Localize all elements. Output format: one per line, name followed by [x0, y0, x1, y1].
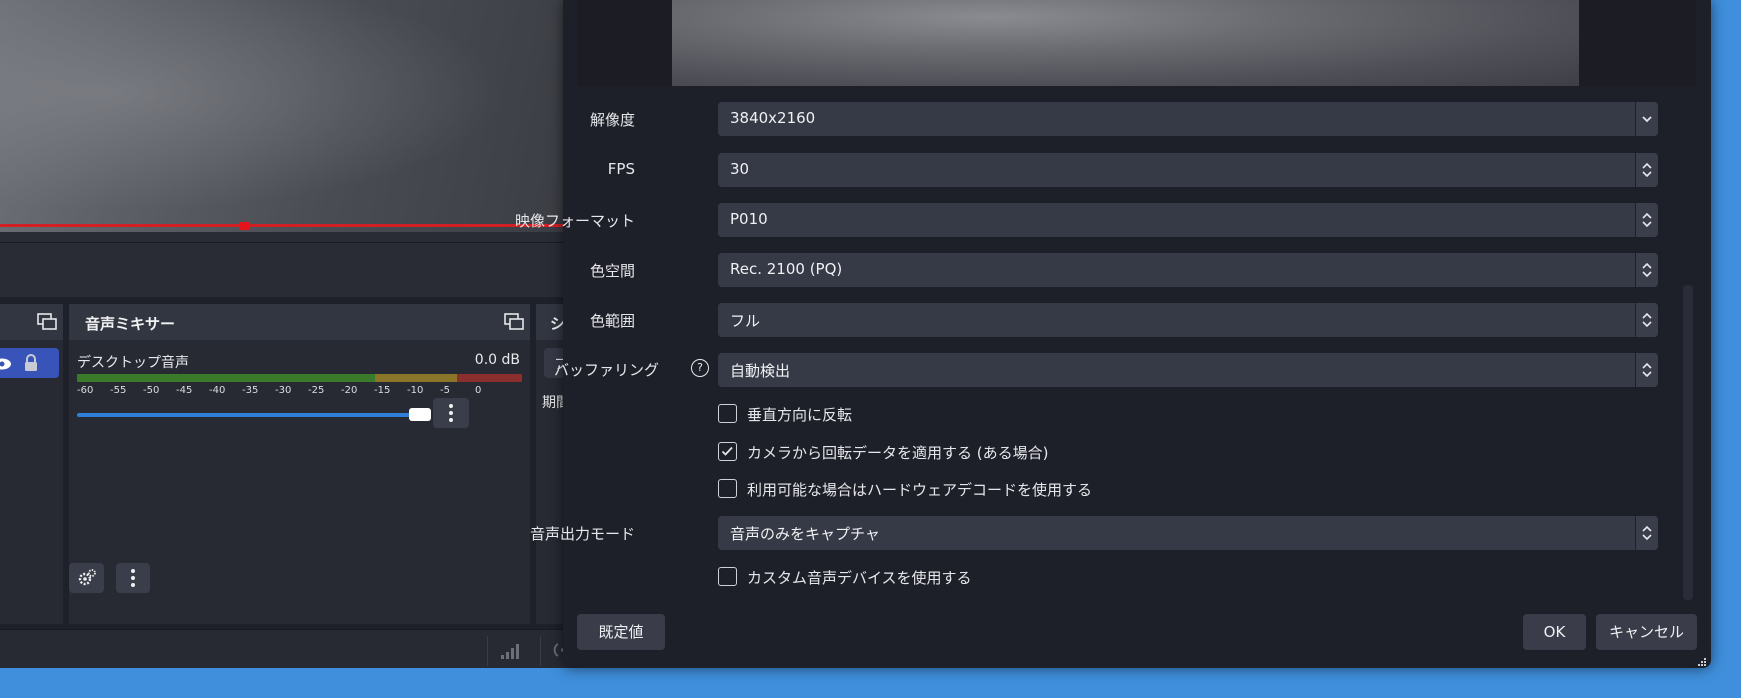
preview-selection-border [0, 224, 570, 227]
chevron-down-icon[interactable] [1635, 102, 1658, 136]
buffering-value: 自動検出 [730, 362, 791, 380]
status-bar [0, 629, 576, 668]
audio-output-mode-label: 音声出力モード [529, 525, 635, 543]
volume-meter-scale: -60 -55 -50 -45 -40 -35 -30 -25 -20 -15 -10 -5 0 [77, 385, 527, 399]
gears-icon [78, 569, 96, 591]
help-icon[interactable]: ? [691, 359, 709, 377]
meter-tick-label: -5 [440, 385, 450, 396]
video-format-label: 映像フォーマット [514, 212, 635, 230]
color-space-value: Rec. 2100 (PQ) [730, 260, 843, 278]
source-properties-dialog: 解像度 3840x2160 FPS 30 映像フォーマット P010 色空間 R… [515, 0, 1711, 668]
audio-mixer-header: 音声ミキサー [69, 304, 530, 340]
video-format-select[interactable]: P010 [718, 203, 1658, 237]
hardware-decode-label: 利用可能な場合はハードウェアデコードを使用する [747, 481, 1093, 499]
sources-dock [0, 304, 63, 624]
undock-icon[interactable] [504, 313, 524, 331]
volume-slider-handle[interactable] [409, 408, 432, 421]
color-range-select[interactable]: フル [718, 303, 1658, 337]
audio-track-name: デスクトップ音声 [77, 355, 189, 371]
obs-main-window: 音声ミキサー デスクトップ音声 0.0 dB -60 -55 -50 -45 -40 -3… [0, 0, 584, 668]
ok-button[interactable]: OK [1523, 614, 1586, 650]
dialog-preview-area [577, 0, 1696, 86]
mixer-menu-button[interactable] [116, 563, 150, 593]
audio-track-level: 0.0 dB [474, 352, 520, 368]
color-range-value: フル [730, 312, 761, 330]
updown-arrows-icon[interactable] [1635, 516, 1658, 550]
meter-tick-label: -35 [242, 385, 259, 396]
meter-tick-label: -45 [176, 385, 193, 396]
meter-tick-label: -60 [77, 385, 94, 396]
track-menu-button[interactable] [433, 398, 469, 428]
preview-image [0, 0, 570, 232]
resolution-label: 解像度 [589, 111, 635, 129]
meter-tick-label: -20 [341, 385, 358, 396]
flip-vertical-label: 垂直方向に反転 [747, 406, 853, 424]
status-divider [487, 636, 488, 666]
resolution-dropdown[interactable]: 3840x2160 [718, 102, 1658, 136]
volume-slider[interactable] [77, 413, 418, 417]
updown-arrows-icon[interactable] [1635, 303, 1658, 337]
updown-arrows-icon[interactable] [1635, 153, 1658, 187]
signal-strength-icon [500, 642, 522, 664]
custom-audio-device-label: カスタム音声デバイスを使用する [747, 569, 972, 587]
volume-meter [77, 374, 522, 382]
video-format-value: P010 [730, 210, 768, 228]
meter-tick-label: -15 [374, 385, 391, 396]
preview-bottom-bar [0, 232, 570, 242]
eye-icon[interactable] [0, 356, 12, 375]
meter-tick-label: 0 [475, 385, 482, 396]
preview-resize-handle[interactable] [240, 222, 249, 230]
context-toolbar [0, 242, 570, 297]
sources-dock-header [0, 304, 63, 340]
fps-label: FPS [607, 160, 635, 178]
audio-mixer-dock: 音声ミキサー デスクトップ音声 0.0 dB -60 -55 -50 -45 -40 -3… [69, 304, 530, 624]
source-item-selected[interactable] [0, 348, 59, 378]
apply-rotation-label: カメラから回転データを適用する (ある場合) [747, 444, 1049, 462]
updown-arrows-icon[interactable] [1635, 203, 1658, 237]
meter-tick-label: -50 [143, 385, 160, 396]
audio-output-mode-value: 音声のみをキャプチャ [730, 525, 880, 543]
color-space-label: 色空間 [589, 262, 635, 280]
audio-output-mode-select[interactable]: 音声のみをキャプチャ [718, 516, 1658, 550]
properties-scrollbar[interactable] [1683, 285, 1693, 600]
color-space-select[interactable]: Rec. 2100 (PQ) [718, 253, 1658, 287]
defaults-button[interactable]: 既定値 [577, 614, 665, 650]
meter-tick-label: -55 [110, 385, 127, 396]
checkbox-box[interactable] [718, 567, 737, 586]
lock-icon[interactable] [24, 354, 38, 376]
status-divider [540, 636, 541, 666]
mixer-settings-button[interactable] [69, 563, 104, 593]
meter-tick-label: -10 [407, 385, 424, 396]
audio-mixer-title: 音声ミキサー [85, 315, 176, 333]
fps-value: 30 [730, 160, 750, 178]
cancel-button[interactable]: キャンセル [1596, 614, 1697, 650]
meter-tick-label: -40 [209, 385, 226, 396]
buffering-label: バッファリング [553, 361, 659, 379]
camera-preview-image [672, 0, 1579, 86]
updown-arrows-icon[interactable] [1635, 253, 1658, 287]
fps-select[interactable]: 30 [718, 153, 1658, 187]
checkbox-box[interactable] [718, 442, 737, 461]
checkbox-box[interactable] [718, 404, 737, 423]
resolution-value: 3840x2160 [730, 109, 816, 127]
color-range-label: 色範囲 [589, 312, 635, 330]
updown-arrows-icon[interactable] [1635, 353, 1658, 387]
buffering-select[interactable]: 自動検出 [718, 353, 1658, 387]
resize-grip-icon[interactable] [1695, 654, 1707, 673]
checkmark-icon [721, 446, 733, 456]
undock-icon[interactable] [37, 313, 57, 331]
meter-tick-label: -25 [308, 385, 325, 396]
meter-tick-label: -30 [275, 385, 292, 396]
checkbox-box[interactable] [718, 479, 737, 498]
